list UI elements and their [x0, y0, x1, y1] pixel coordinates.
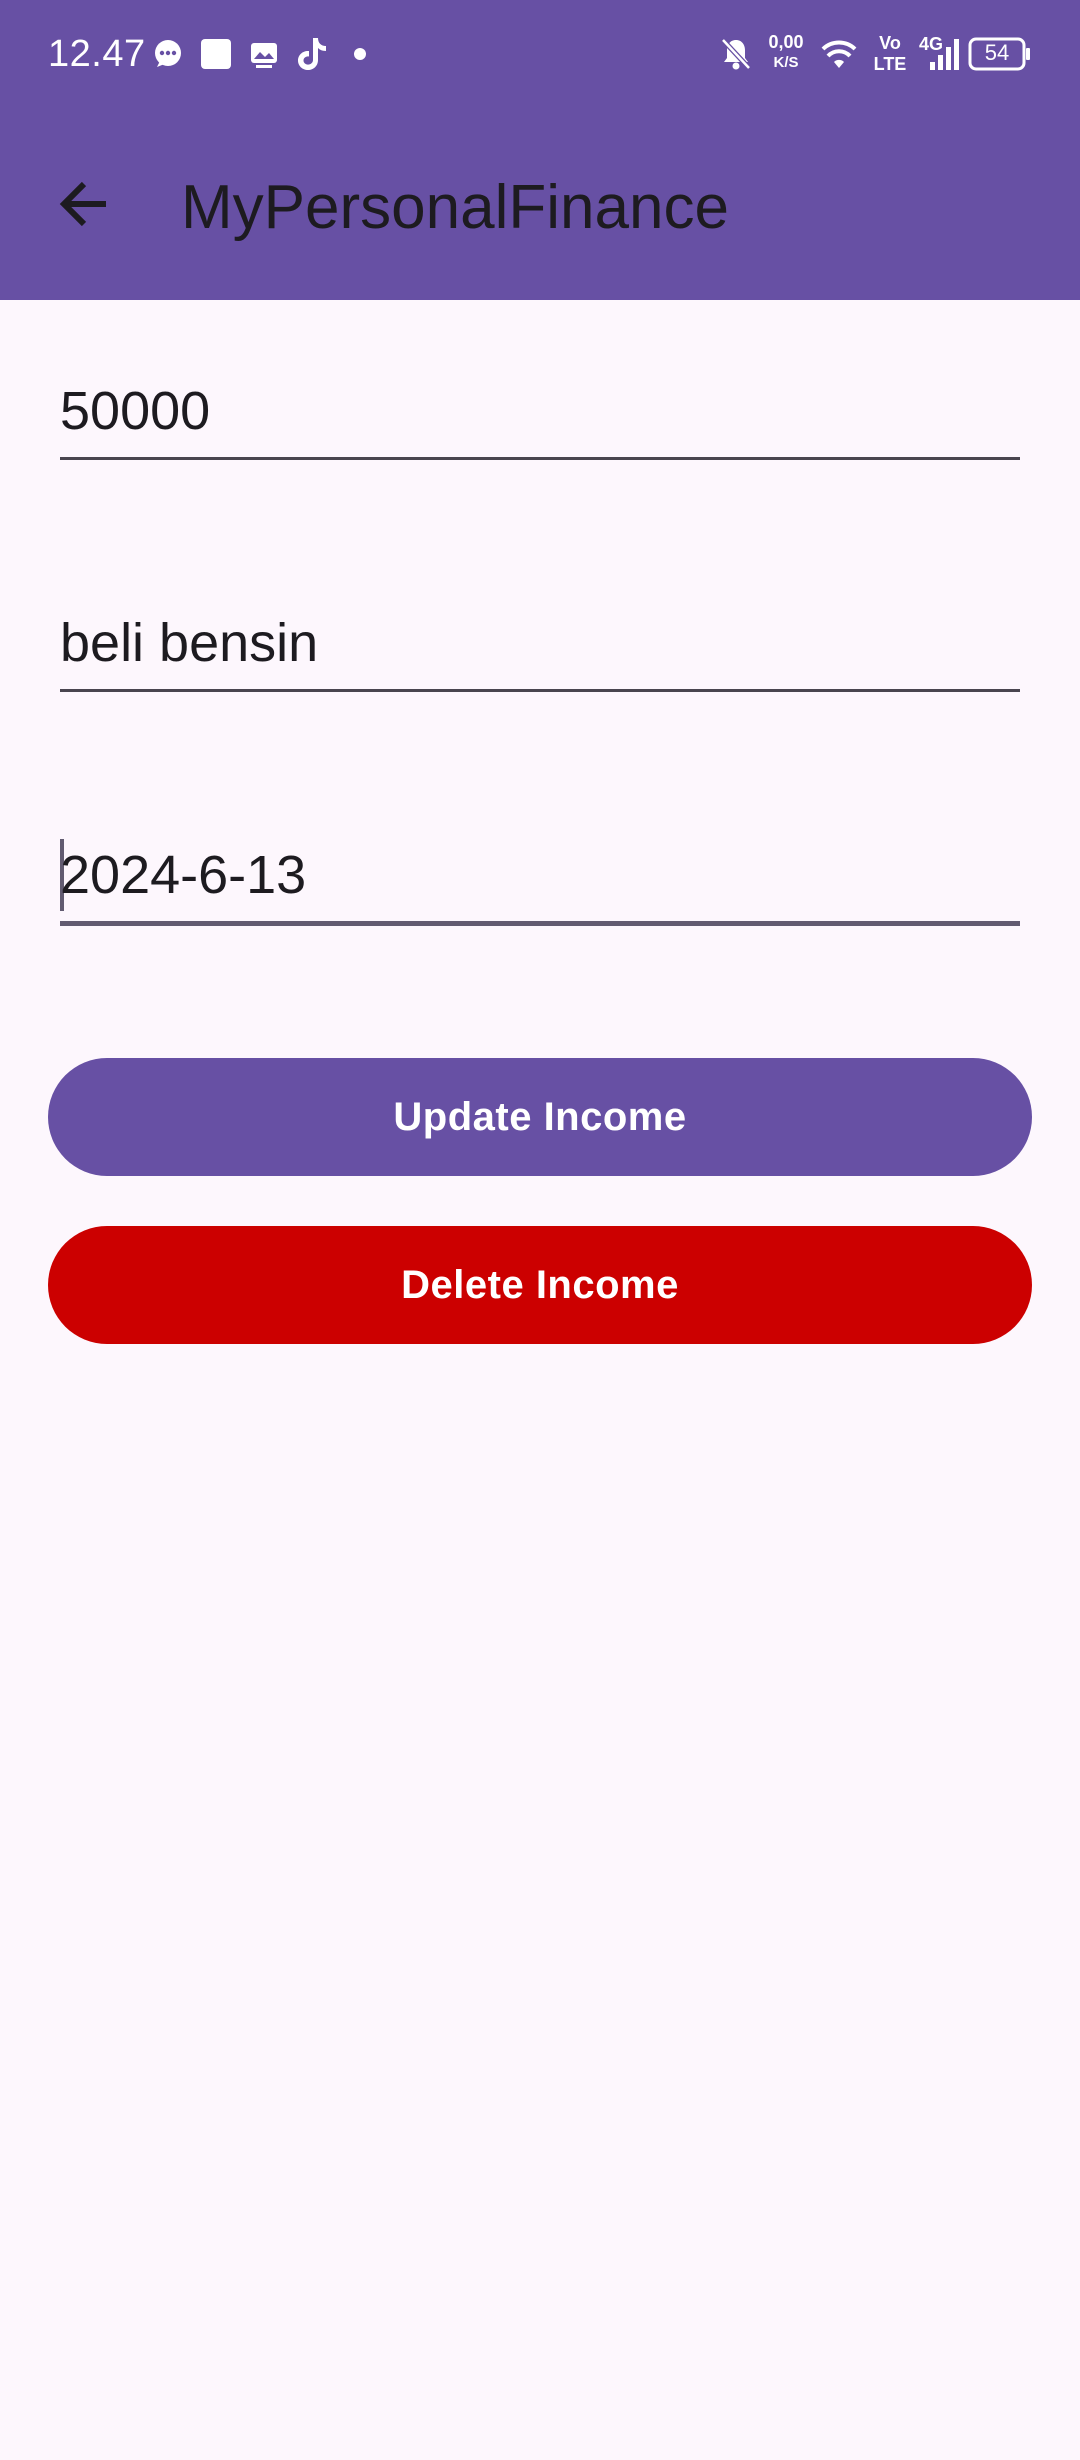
network-speed-unit: K/S — [773, 54, 799, 71]
chat-bubble-icon — [150, 32, 186, 76]
description-value: beli bensin — [60, 613, 319, 673]
amount-value: 50000 — [60, 381, 211, 441]
delete-income-button[interactable]: Delete Income — [48, 1226, 1032, 1344]
tiktok-icon — [292, 32, 332, 76]
status-time: 12.47 — [48, 33, 146, 75]
volte-label-bottom: LTE — [873, 54, 907, 74]
battery-level: 54 — [984, 40, 1010, 65]
status-bar: 12.47 0,00 K/S Vo LTE 4G 54 — [0, 0, 1080, 108]
date-field[interactable]: 2024-6-13 — [60, 830, 1020, 926]
square-app-icon — [198, 32, 234, 76]
toolbar-title: MyPersonalFinance — [181, 173, 729, 242]
network-speed-value: 0,00 — [768, 32, 804, 52]
amount-field[interactable]: 50000 — [60, 364, 1020, 460]
image-gallery-icon — [246, 32, 282, 76]
volte-label-top: Vo — [879, 33, 901, 53]
back-button[interactable] — [44, 164, 124, 244]
bell-muted-icon — [716, 32, 756, 76]
arrow-back-icon — [56, 176, 112, 232]
update-income-button[interactable]: Update Income — [48, 1058, 1032, 1176]
date-value: 2024-6-13 — [60, 845, 307, 905]
description-field[interactable]: beli bensin — [60, 596, 1020, 692]
dot-icon — [350, 32, 370, 76]
signal-icon — [924, 32, 964, 76]
wifi-icon — [818, 32, 860, 76]
